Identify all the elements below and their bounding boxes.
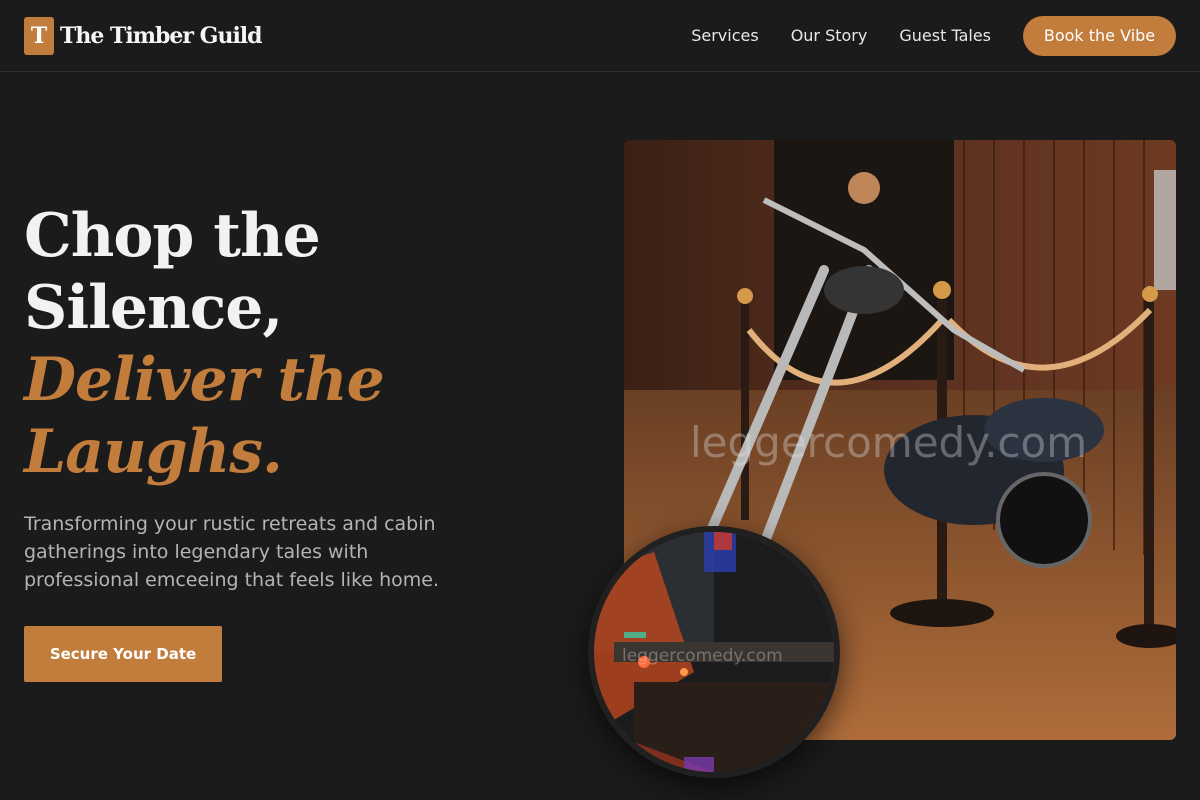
circle-photo-watermark: leggercomedy.com [622,646,783,666]
nav-link-guest-tales[interactable]: Guest Tales [899,26,991,45]
hero-heading-accent-line-2: Laughs. [24,417,283,487]
photo-watermark: leggercomedy.com [690,418,1088,467]
brand-logo[interactable]: T The Timber Guild [24,16,263,55]
top-navigation-bar: T The Timber Guild Services Our Story Gu… [0,0,1200,72]
stage-lights-photo: leggercomedy.com [588,526,840,778]
hero-heading-line-2: Silence, [24,273,283,343]
secure-your-date-button[interactable]: Secure Your Date [24,626,222,682]
nav-link-services[interactable]: Services [691,26,758,45]
hero-heading-accent-line-1: Deliver the [24,345,385,415]
hero-heading: Chop the Silence, Deliver the Laughs. [24,200,484,488]
main-nav: Services Our Story Guest Tales Book the … [691,15,1176,56]
book-the-vibe-button[interactable]: Book the Vibe [1023,15,1176,56]
hero-heading-line-1: Chop the [24,201,321,271]
hero-subtitle: Transforming your rustic retreats and ca… [24,513,440,591]
brand-mark-icon: T [24,16,54,55]
nav-link-our-story[interactable]: Our Story [791,26,868,45]
brand-name: The Timber Guild [60,22,263,49]
